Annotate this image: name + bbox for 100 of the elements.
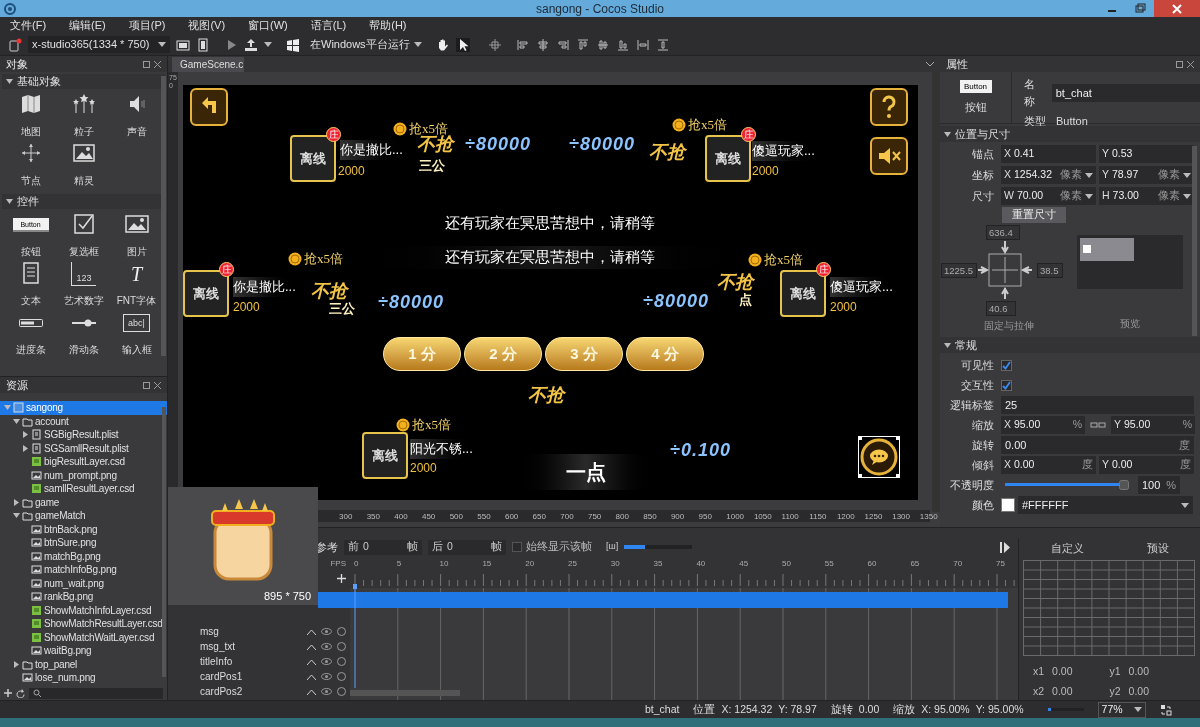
close-icon[interactable] (1187, 60, 1194, 68)
value-field[interactable]: 25 (1001, 396, 1194, 414)
range-icon[interactable]: [ш] (606, 540, 619, 554)
search-field[interactable] (29, 687, 163, 699)
object-item[interactable]: 复选框 (57, 213, 110, 259)
transform-icon[interactable] (487, 37, 502, 52)
close-icon[interactable] (154, 381, 161, 389)
reset-size-button[interactable]: 重置尺寸 (1002, 207, 1066, 223)
tree-item[interactable]: ShowMatchResultLayer.csd (0, 617, 167, 631)
menu-item[interactable]: 项目(P) (128, 17, 166, 34)
device-dropdown[interactable]: x-studio365(1334 * 750) (28, 36, 170, 53)
document-tab[interactable]: GameScene.c (172, 57, 244, 72)
layer-row[interactable]: msg (168, 624, 350, 639)
layer-row[interactable]: cardPos2 (168, 684, 350, 699)
zoom-slider[interactable] (624, 545, 693, 549)
menu-item[interactable]: 窗口(W) (248, 17, 288, 34)
menu-item[interactable]: 编辑(E) (69, 17, 106, 34)
layer-row[interactable]: cardPos1 (168, 669, 350, 684)
float-icon[interactable] (1176, 60, 1183, 68)
value-field[interactable]: 100 % (1138, 476, 1180, 494)
checkbox[interactable] (1001, 359, 1012, 371)
tree-item[interactable]: matchBg.png (0, 549, 167, 563)
align-icon[interactable] (655, 37, 670, 52)
margin-field[interactable]: 636.4 (986, 225, 1020, 240)
object-item[interactable]: 文本 (4, 262, 57, 308)
tree-item[interactable]: num_prompt.png (0, 468, 167, 482)
fit-screen-icon[interactable] (1159, 703, 1172, 716)
publish-icon[interactable] (244, 37, 258, 52)
help-icon[interactable] (870, 88, 908, 126)
frame-field[interactable]: 前 0 帧 (344, 539, 422, 555)
tree-item[interactable]: waitBg.png (0, 644, 167, 658)
color-swatch[interactable] (1001, 498, 1015, 512)
value-field[interactable]: H 73.00 像素 (1099, 187, 1194, 205)
tree-item[interactable]: samllResultLayer.csd (0, 482, 167, 496)
align-icon[interactable] (555, 37, 570, 52)
tree-item[interactable]: matchInfoBg.png (0, 563, 167, 577)
float-icon[interactable] (143, 60, 150, 68)
value-field[interactable]: Y 95.00 % (1111, 416, 1195, 434)
tree-item[interactable]: SGSamllResult.plist (0, 441, 167, 455)
play-to-end-icon[interactable] (1000, 541, 1010, 553)
value-field[interactable]: X 0.41 (1001, 145, 1096, 163)
tree-item[interactable]: lose_num.png (0, 671, 167, 685)
tree-item[interactable]: top_panel (0, 657, 167, 671)
align-icon[interactable] (515, 37, 530, 52)
object-item[interactable]: 地图 (4, 93, 57, 139)
margin-field[interactable]: 1225.5 (941, 263, 977, 278)
object-item[interactable]: 图片 (110, 213, 163, 259)
group-header[interactable]: 基础对象 (2, 74, 165, 89)
color-dropdown[interactable]: #FFFFFF (1018, 496, 1193, 514)
tree-item[interactable]: btnSure.png (0, 536, 167, 550)
value-field[interactable]: Y 78.97 像素 (1099, 166, 1194, 184)
section-header[interactable]: 常规 (940, 337, 1200, 353)
checkbox[interactable] (512, 542, 522, 552)
ease-tab[interactable]: 自定义 (1050, 539, 1084, 557)
tree-item[interactable]: btnBack.png (0, 522, 167, 536)
align-icon[interactable] (595, 37, 610, 52)
slider-thumb[interactable] (1119, 480, 1129, 490)
object-item[interactable]: 声音 (110, 93, 163, 139)
tree-item[interactable]: gameMatch (0, 509, 167, 523)
section-header[interactable]: 位置与尺寸 (940, 126, 1200, 142)
chat-button-icon[interactable] (858, 436, 900, 478)
align-icon[interactable] (535, 37, 550, 52)
add-icon[interactable] (337, 574, 346, 583)
value-field[interactable]: Y 0.53 (1099, 145, 1194, 163)
menu-item[interactable]: 视图(V) (188, 17, 226, 34)
object-item[interactable]: 123 艺术数字 (57, 262, 110, 308)
object-item[interactable]: 进度条 (4, 311, 57, 357)
landscape-icon[interactable] (176, 37, 190, 52)
pointer-icon[interactable] (455, 37, 470, 52)
portrait-icon[interactable] (196, 37, 210, 52)
mute-icon[interactable] (870, 137, 908, 175)
refresh-icon[interactable] (16, 688, 25, 698)
run-target-dropdown[interactable]: 在Windows平台运行 (306, 36, 426, 53)
object-item[interactable]: T FNT字体 (110, 262, 163, 308)
tree-item[interactable]: account (0, 414, 167, 428)
value-field[interactable]: X 1254.32 像素 (1001, 166, 1096, 184)
value-field[interactable]: W 70.00 像素 (1001, 187, 1096, 205)
add-icon[interactable] (4, 689, 12, 697)
playhead[interactable] (352, 584, 358, 688)
object-item[interactable]: abc| 输入框 (110, 311, 163, 357)
zoom-dropdown[interactable]: 77% (1097, 701, 1146, 718)
frame-field[interactable]: 后 0 帧 (428, 539, 506, 555)
value-field[interactable]: Y 0.00 度 (1099, 456, 1194, 474)
menu-item[interactable]: 语言(L) (310, 17, 347, 34)
object-item[interactable]: 粒子 (57, 93, 110, 139)
align-icon[interactable] (575, 37, 590, 52)
opacity-slider[interactable] (1005, 483, 1119, 486)
checkbox[interactable] (1001, 379, 1012, 391)
tree-item[interactable]: game (0, 495, 167, 509)
value-field[interactable]: 0.00 度 (1001, 436, 1194, 454)
menu-item[interactable]: 帮助(H) (369, 17, 407, 34)
tree-item[interactable]: num_wait.png (0, 576, 167, 590)
object-item[interactable]: 节点 (4, 142, 57, 188)
object-item[interactable]: 精灵 (57, 142, 110, 188)
margin-field[interactable]: 38.5 (1037, 263, 1063, 278)
tree-item[interactable]: sangong (0, 401, 167, 415)
ease-tab[interactable]: 预设 (1146, 539, 1169, 557)
link-icon[interactable] (1090, 421, 1106, 429)
dropdown-icon[interactable] (926, 62, 934, 67)
margin-field[interactable]: 40.6 (986, 301, 1016, 316)
